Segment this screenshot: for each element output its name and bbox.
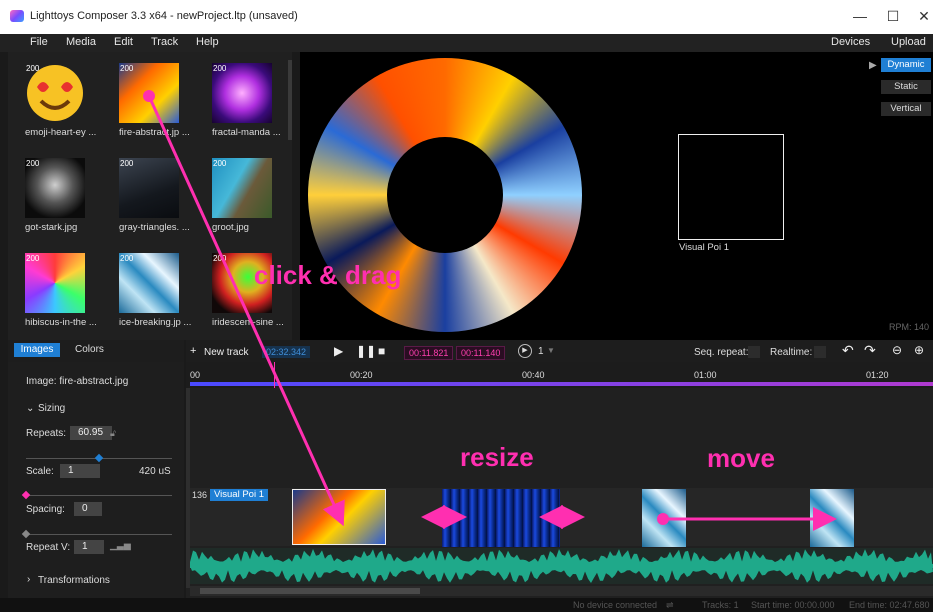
usb-icon: ⇌ — [666, 600, 674, 610]
drag-arrow — [147, 95, 345, 527]
tracks-count: Tracks: 1 — [702, 600, 739, 610]
start-time: Start time: 00:00.000 — [751, 600, 835, 610]
annotation-move: move — [707, 443, 775, 473]
device-status: No device connected — [573, 600, 658, 610]
annotation-overlay — [143, 90, 837, 531]
end-time: End time: 02:47.680 — [849, 600, 930, 610]
annotation-resize: resize — [460, 442, 534, 472]
annotation-click-drag: click & drag — [254, 260, 402, 290]
